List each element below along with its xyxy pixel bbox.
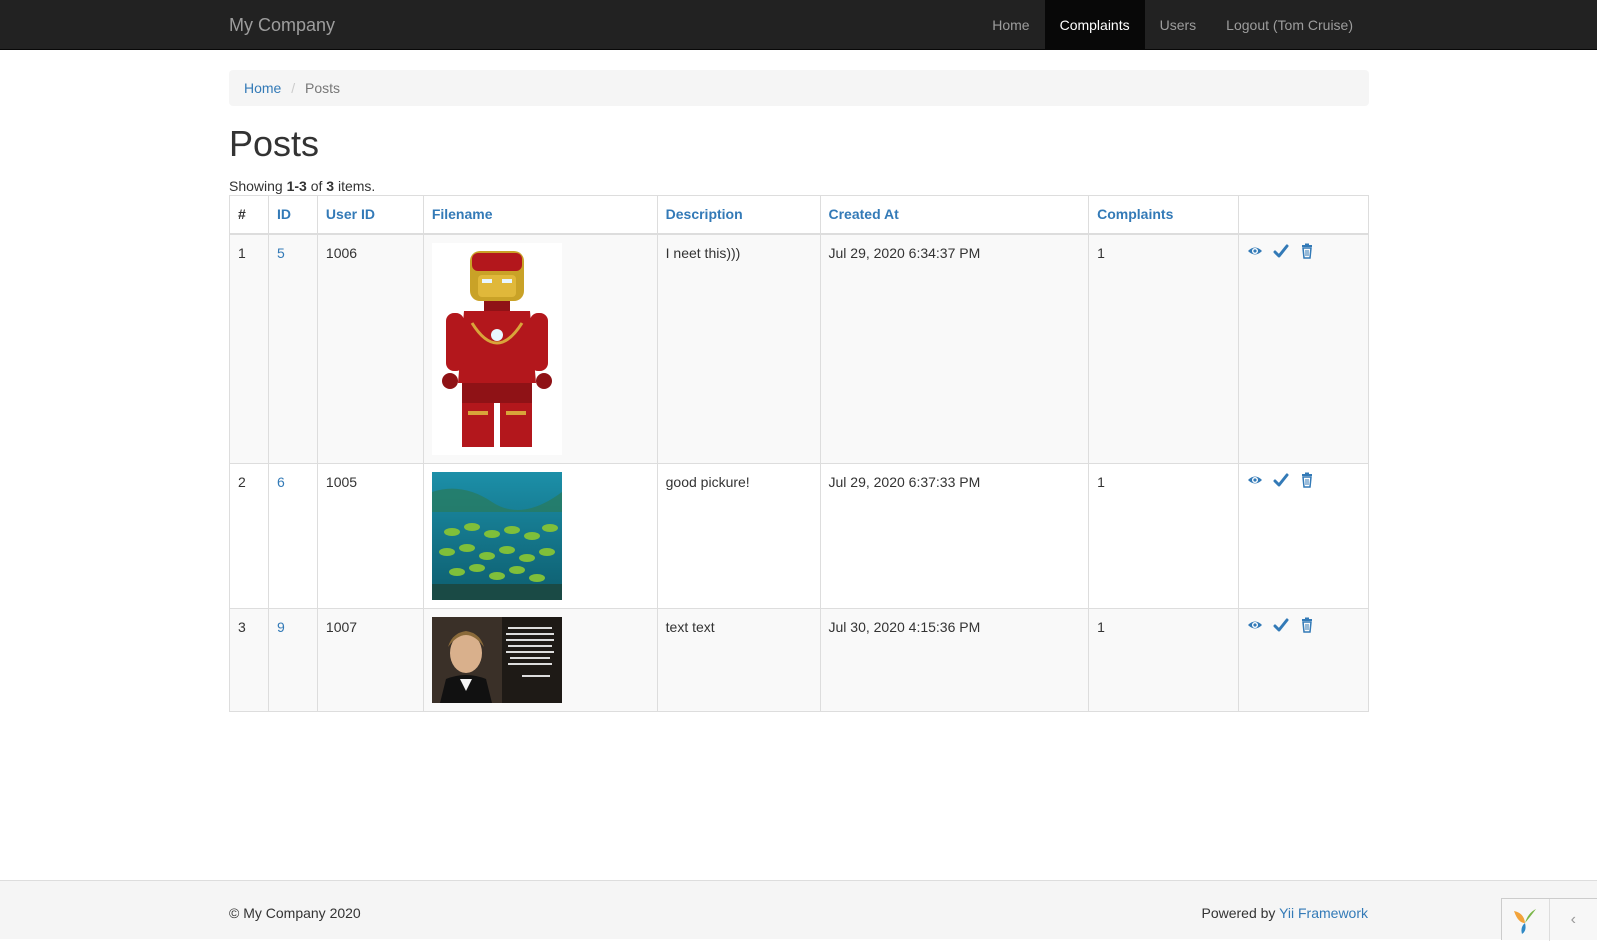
post-image-portrait (432, 617, 562, 703)
cell-created-at: Jul 30, 2020 4:15:36 PM (820, 608, 1089, 711)
summary-total: 3 (326, 178, 334, 194)
cell-user-id: 1007 (317, 608, 423, 711)
view-eye-icon[interactable] (1247, 617, 1263, 633)
cell-filename (423, 463, 657, 608)
nav-home[interactable]: Home (977, 0, 1044, 50)
post-id-link[interactable]: 6 (277, 474, 285, 490)
top-navbar: My Company Home Complaints Users Logout … (0, 0, 1597, 50)
breadcrumb: Home / Posts (229, 70, 1369, 106)
table-row: 1 5 1006 (230, 234, 1369, 464)
header-filename[interactable]: Filename (423, 196, 657, 234)
powered-prefix: Powered by (1201, 905, 1279, 921)
posts-table: # ID User ID Filename Description Create… (229, 195, 1369, 712)
nav-complaints[interactable]: Complaints (1045, 0, 1145, 50)
header-num: # (230, 196, 269, 234)
header-description[interactable]: Description (657, 196, 820, 234)
cell-user-id: 1005 (317, 463, 423, 608)
view-eye-icon[interactable] (1247, 472, 1263, 488)
main-nav: Home Complaints Users Logout (Tom Cruise… (977, 0, 1368, 50)
cell-id: 6 (268, 463, 317, 608)
footer: © My Company 2020 Powered by Yii Framewo… (0, 880, 1597, 939)
table-row: 2 6 1005 (230, 463, 1369, 608)
approve-check-icon[interactable] (1273, 472, 1289, 488)
header-complaints[interactable]: Complaints (1089, 196, 1239, 234)
cell-complaints: 1 (1089, 463, 1239, 608)
footer-powered: Powered by Yii Framework (1201, 903, 1368, 923)
page-title: Posts (229, 124, 319, 164)
breadcrumb-current: Posts (305, 80, 340, 96)
post-image-underwater (432, 472, 562, 600)
header-created-at[interactable]: Created At (820, 196, 1089, 234)
delete-trash-icon[interactable] (1299, 617, 1315, 633)
cell-description: I neet this))) (657, 234, 820, 464)
cell-complaints: 1 (1089, 234, 1239, 464)
header-user-id[interactable]: User ID (317, 196, 423, 234)
cell-filename (423, 608, 657, 711)
post-id-link[interactable]: 9 (277, 619, 285, 635)
chevron-left-icon[interactable]: ‹ (1550, 899, 1597, 941)
summary-range: 1-3 (287, 178, 307, 194)
cell-user-id: 1006 (317, 234, 423, 464)
cell-num: 2 (230, 463, 269, 608)
approve-check-icon[interactable] (1273, 243, 1289, 259)
summary-suffix: items. (334, 178, 375, 194)
cell-created-at: Jul 29, 2020 6:37:33 PM (820, 463, 1089, 608)
summary-of: of (307, 178, 326, 194)
cell-num: 3 (230, 608, 269, 711)
debug-toolbar: ‹ (1501, 898, 1597, 940)
summary-prefix: Showing (229, 178, 287, 194)
nav-users[interactable]: Users (1145, 0, 1212, 50)
table-row: 3 9 1007 t (230, 608, 1369, 711)
cell-num: 1 (230, 234, 269, 464)
delete-trash-icon[interactable] (1299, 243, 1315, 259)
cell-id: 9 (268, 608, 317, 711)
yii-logo-icon[interactable] (1502, 899, 1550, 941)
breadcrumb-home[interactable]: Home (244, 80, 281, 96)
post-id-link[interactable]: 5 (277, 245, 285, 261)
nav-logout[interactable]: Logout (Tom Cruise) (1211, 0, 1368, 50)
yii-framework-link[interactable]: Yii Framework (1279, 905, 1368, 921)
grid-summary: Showing 1-3 of 3 items. (229, 176, 375, 196)
breadcrumb-separator: / (285, 80, 301, 96)
cell-actions (1239, 463, 1369, 608)
header-actions (1239, 196, 1369, 234)
cell-filename (423, 234, 657, 464)
cell-complaints: 1 (1089, 608, 1239, 711)
post-image-iron-man (432, 243, 562, 455)
view-eye-icon[interactable] (1247, 243, 1263, 259)
brand-link[interactable]: My Company (229, 15, 335, 35)
header-id[interactable]: ID (268, 196, 317, 234)
cell-actions (1239, 608, 1369, 711)
cell-id: 5 (268, 234, 317, 464)
cell-created-at: Jul 29, 2020 6:34:37 PM (820, 234, 1089, 464)
delete-trash-icon[interactable] (1299, 472, 1315, 488)
table-header-row: # ID User ID Filename Description Create… (230, 196, 1369, 234)
approve-check-icon[interactable] (1273, 617, 1289, 633)
cell-description: good pickure! (657, 463, 820, 608)
footer-copyright: © My Company 2020 (229, 903, 361, 923)
cell-actions (1239, 234, 1369, 464)
cell-description: text text (657, 608, 820, 711)
